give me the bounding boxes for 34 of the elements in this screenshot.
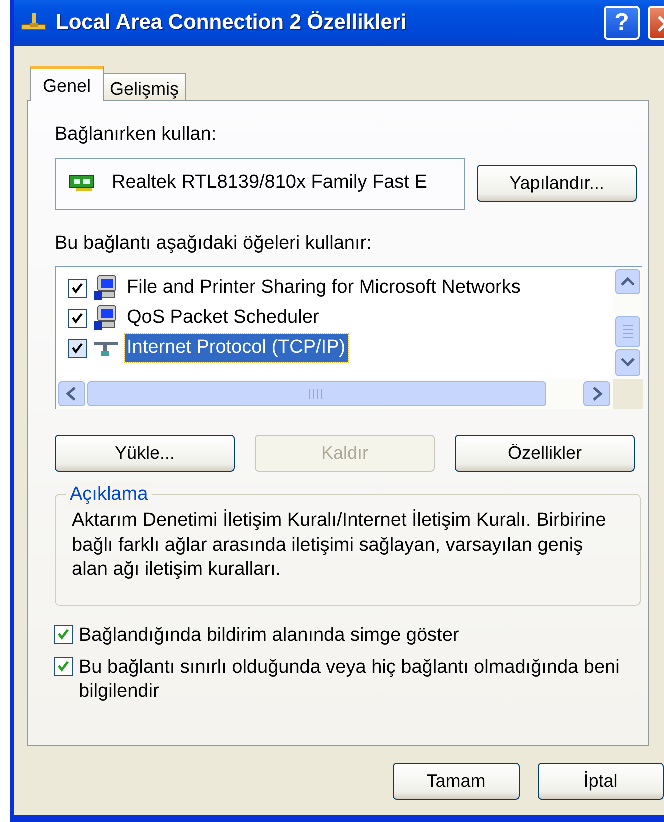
configure-button[interactable]: Yapılandır... [477, 165, 637, 202]
option-label[interactable]: Bağlandığında bildirim alanında simge göster [79, 624, 460, 648]
checkbox[interactable] [68, 278, 87, 298]
dialog-button[interactable]: Tamam [393, 763, 520, 800]
option-label[interactable]: Bu bağlantı sınırlı olduğunda veya hiç bağlantı olmadığında beni bilgilendir [79, 656, 644, 704]
tab[interactable]: Genel [30, 66, 104, 101]
dialog-button[interactable]: İptal [538, 763, 664, 800]
window-title: Local Area Connection 2 Özellikleri [56, 10, 406, 36]
checkbox[interactable] [68, 338, 87, 358]
connect-using-label: Bağlanırken kullan: [55, 123, 218, 147]
checkbox[interactable] [68, 308, 87, 328]
horizontal-scrollbar[interactable] [56, 379, 613, 409]
computer-icon [93, 304, 119, 332]
description-title: Açıklama [66, 483, 152, 508]
component-item[interactable]: Internet Protocol (TCP/IP) [125, 334, 348, 362]
checkmark-icon [71, 312, 84, 324]
component-item[interactable]: QoS Packet Scheduler [125, 304, 322, 332]
tab[interactable]: Gelişmiş [103, 73, 186, 101]
vertical-scrollbar[interactable] [613, 267, 643, 379]
adapter-name: Realtek RTL8139/810x Family Fast E [112, 171, 428, 196]
checkmark-icon [57, 628, 70, 641]
checkbox[interactable] [54, 625, 73, 644]
components-label: Bu bağlantı aşağıdaki öğeleri kullanır: [55, 232, 373, 256]
description-text: Aktarım Denetimi İletişim Kuralı/Internet İletişim Kuralı. Birbirine bağlı farklı ağlar arasında iletişimi sağlayan, varsayılan geniş alan ağı iletişim kuralları. [72, 509, 608, 582]
checkmark-icon [57, 660, 70, 673]
component-button[interactable]: Yükle... [55, 435, 235, 472]
component-item[interactable]: File and Printer Sharing for Microsoft Networks [125, 274, 523, 302]
scrollbar-corner [613, 379, 643, 409]
help-button[interactable]: ? [604, 6, 640, 40]
component-button[interactable]: Özellikler [455, 435, 635, 472]
checkbox[interactable] [54, 656, 73, 676]
checkmark-icon [71, 282, 84, 294]
checkmark-icon [71, 342, 84, 354]
computer-icon [93, 274, 119, 302]
